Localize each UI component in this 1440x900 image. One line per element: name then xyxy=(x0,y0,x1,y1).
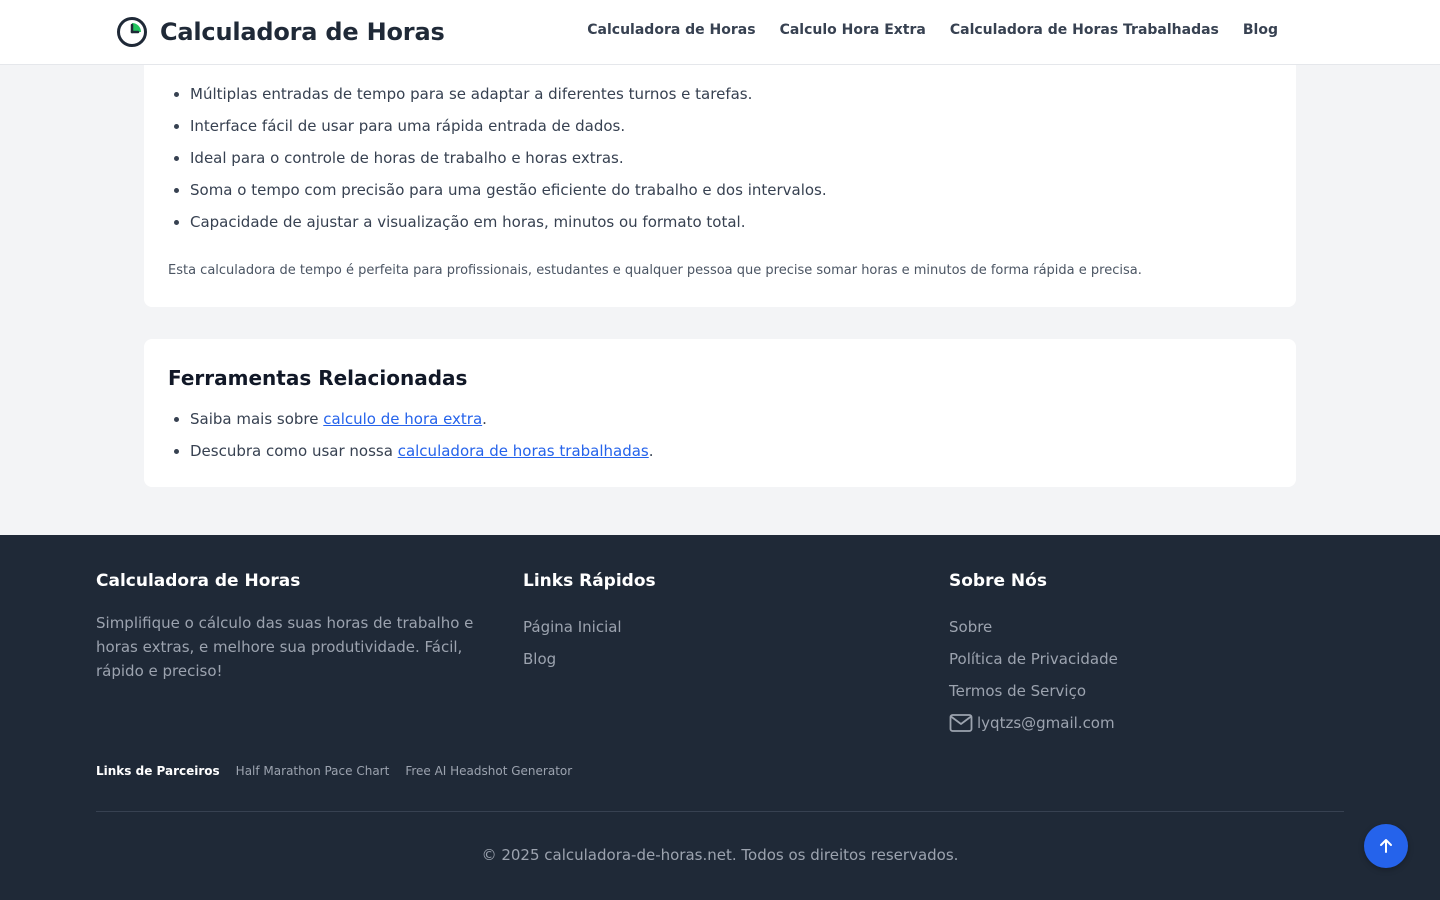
footer-about-column: Calculadora de Horas Simplifique o cálcu… xyxy=(96,571,496,683)
arrow-up-icon xyxy=(1380,839,1392,853)
main-nav: Calculadora de Horas Calculo Hora Extra … xyxy=(563,22,1278,38)
footer-link-privacy[interactable]: Política de Privacidade xyxy=(949,650,1118,668)
footer-link-item: Política de Privacidade xyxy=(949,643,1349,675)
nav-blog[interactable]: Blog xyxy=(1243,22,1278,38)
feature-item: Capacidade de ajustar a visualização em … xyxy=(190,206,827,238)
footer-link-terms[interactable]: Termos de Serviço xyxy=(949,682,1086,700)
footer-about-us-title: Sobre Nós xyxy=(949,571,1047,591)
partner-link-headshot-generator[interactable]: Free AI Headshot Generator xyxy=(405,764,572,778)
footer-email-link[interactable]: lyqtzs@gmail.com xyxy=(977,707,1115,739)
footer-email-item: lyqtzs@gmail.com xyxy=(949,707,1349,739)
partner-links: Links de Parceiros Half Marathon Pace Ch… xyxy=(96,764,588,778)
clock-logo-icon xyxy=(117,17,147,47)
footer-quick-links-title: Links Rápidos xyxy=(523,571,656,591)
related-item-text: Descubra como usar nossa xyxy=(190,442,398,460)
back-to-top-button[interactable] xyxy=(1364,824,1408,868)
footer-description: Simplifique o cálculo das suas horas de … xyxy=(96,614,474,680)
worked-hours-calc-link[interactable]: calculadora de horas trabalhadas xyxy=(398,442,649,460)
brand-title: Calculadora de Horas xyxy=(160,18,445,46)
footer-quick-links-column: Links Rápidos Página Inicial Blog xyxy=(523,571,923,675)
nav-calculadora-de-horas[interactable]: Calculadora de Horas xyxy=(587,22,755,38)
footer-about-links: Sobre Política de Privacidade Termos de … xyxy=(949,611,1349,739)
feature-list: Múltiplas entradas de tempo para se adap… xyxy=(190,78,827,238)
related-tools-list: Saiba mais sobre calculo de hora extra. … xyxy=(190,403,654,467)
footer-link-item: Sobre xyxy=(949,611,1349,643)
footer-link-item: Blog xyxy=(523,643,923,675)
nav-calculo-hora-extra[interactable]: Calculo Hora Extra xyxy=(780,22,926,38)
footer-about-us-column: Sobre Nós Sobre Política de Privacidade … xyxy=(949,571,1349,739)
related-item: Saiba mais sobre calculo de hora extra. xyxy=(190,403,654,435)
footer-link-about[interactable]: Sobre xyxy=(949,618,992,636)
features-note: Esta calculadora de tempo é perfeita par… xyxy=(168,263,1142,278)
envelope-icon xyxy=(949,714,973,732)
feature-item: Soma o tempo com precisão para uma gestã… xyxy=(190,174,827,206)
related-item: Descubra como usar nossa calculadora de … xyxy=(190,435,654,467)
nav-calculadora-horas-trabalhadas[interactable]: Calculadora de Horas Trabalhadas xyxy=(950,22,1219,38)
related-tools-title: Ferramentas Relacionadas xyxy=(168,366,468,390)
footer-link-item: Termos de Serviço xyxy=(949,675,1349,707)
partner-link-pace-chart[interactable]: Half Marathon Pace Chart xyxy=(236,764,390,778)
feature-item: Múltiplas entradas de tempo para se adap… xyxy=(190,78,827,110)
related-tools-card: Ferramentas Relacionadas Saiba mais sobr… xyxy=(144,339,1296,487)
site-footer: Calculadora de Horas Simplifique o cálcu… xyxy=(0,535,1440,900)
footer-link-blog[interactable]: Blog xyxy=(523,650,556,668)
related-item-text: . xyxy=(648,442,654,460)
footer-quick-links: Página Inicial Blog xyxy=(523,611,923,675)
partner-links-label: Links de Parceiros xyxy=(96,764,220,778)
footer-link-item: Página Inicial xyxy=(523,611,923,643)
footer-divider xyxy=(96,811,1344,812)
site-header: Calculadora de Horas Calculadora de Hora… xyxy=(0,0,1440,65)
brand-home-link[interactable]: Calculadora de Horas xyxy=(116,16,445,48)
related-item-text: . xyxy=(482,410,487,428)
feature-item: Ideal para o controle de horas de trabal… xyxy=(190,142,827,174)
related-item-text: Saiba mais sobre xyxy=(190,410,324,428)
footer-link-home[interactable]: Página Inicial xyxy=(523,618,622,636)
footer-brand-title: Calculadora de Horas xyxy=(96,571,301,591)
overtime-calc-link[interactable]: calculo de hora extra xyxy=(323,410,482,428)
feature-item: Interface fácil de usar para uma rápida … xyxy=(190,110,827,142)
copyright-text: © 2025 calculadora-de-horas.net. Todos o… xyxy=(481,846,959,864)
